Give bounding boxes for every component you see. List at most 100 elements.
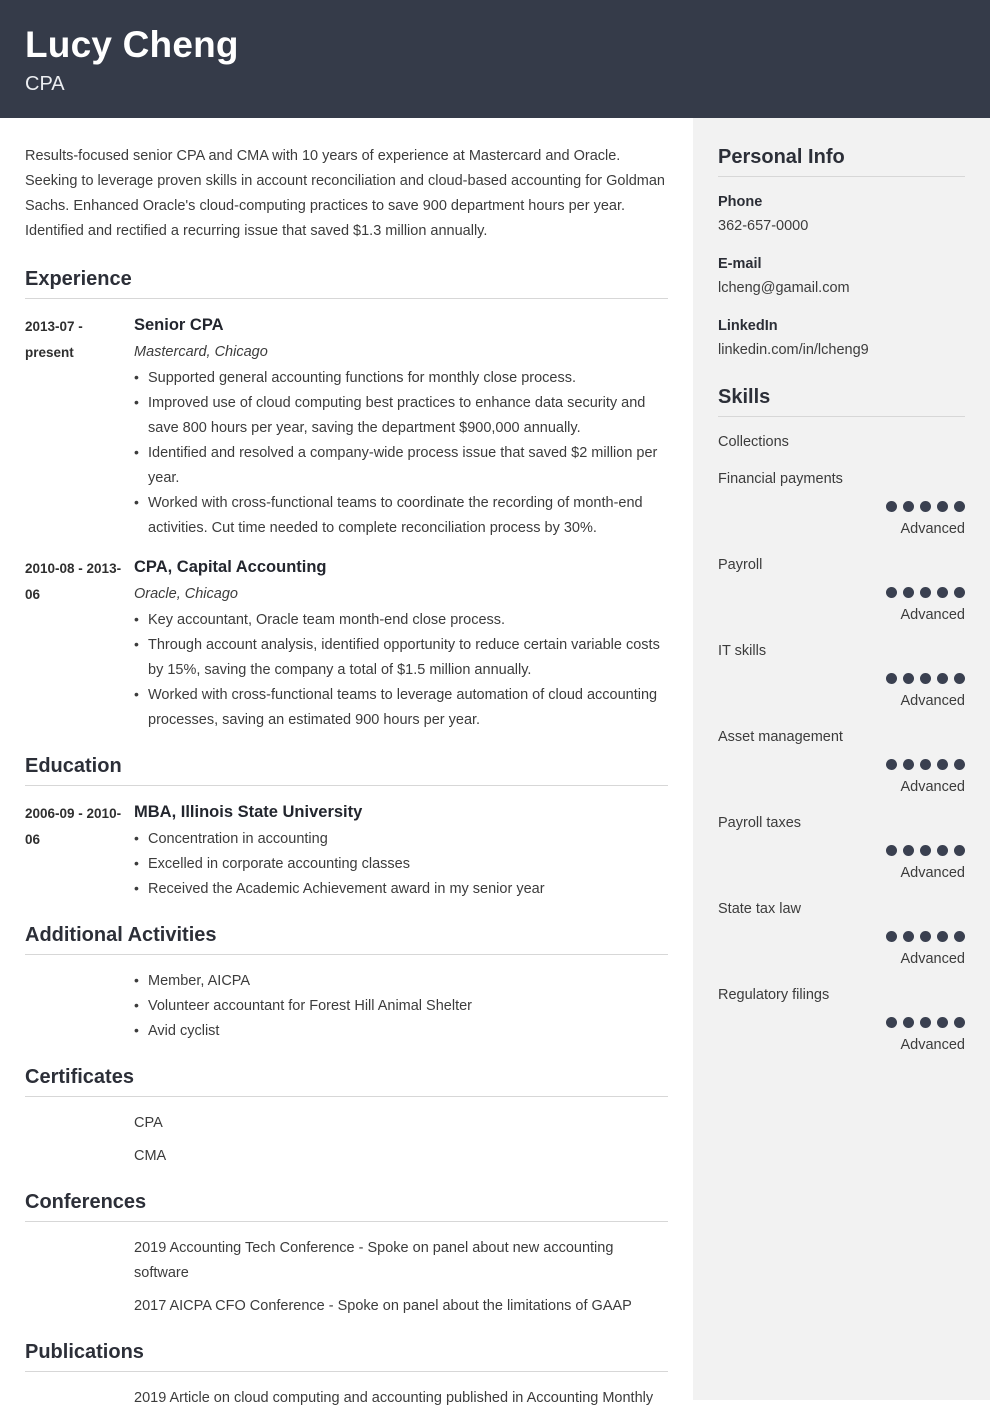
skill-level-label: Advanced [900, 521, 966, 537]
rating-dot-icon [920, 759, 931, 771]
skill-rating-dots [718, 928, 965, 946]
personal-info-label: E-mail [718, 256, 762, 272]
rating-dot-icon [937, 845, 948, 857]
certificate-item: CPA [134, 1115, 163, 1131]
rating-dot-icon [903, 501, 914, 513]
sidebar-title-personal-info: Personal Info [718, 146, 845, 168]
section-publications: Publications 2019 Article on cloud compu… [25, 1339, 668, 1411]
section-divider [25, 785, 668, 786]
rating-dot-icon [954, 931, 965, 943]
rating-dot-icon [886, 673, 897, 685]
section-title-certificates: Certificates [25, 1066, 134, 1088]
skill-item: Payroll Advanced [718, 553, 965, 626]
rating-dot-icon [903, 673, 914, 685]
publication-item: 2019 Article on cloud computing and acco… [134, 1390, 654, 1406]
rating-dot-icon [886, 931, 897, 943]
entry-body: CPA, Capital Accounting Oracle, Chicago Ke… [134, 555, 668, 733]
experience-entry-list: 2013-07 - present Senior CPA Mastercard, C… [25, 313, 668, 733]
skill-name: Payroll taxes [718, 815, 802, 831]
skill-level-label: Advanced [900, 693, 966, 709]
publications-body: 2019 Article on cloud computing and acco… [25, 1386, 668, 1411]
conference-item: 2019 Accounting Tech Conference - Spoke … [134, 1240, 614, 1281]
skill-rating-dots [718, 498, 965, 516]
section-title-additional-activities: Additional Activities [25, 924, 217, 946]
skill-rating-dots [718, 584, 965, 602]
skill-rating-dots [718, 756, 965, 774]
rating-dot-icon [954, 673, 965, 685]
skill-rating-dots [718, 1014, 965, 1032]
entry-bullets: Key accountant, Oracle team month-end cl… [134, 607, 668, 733]
section-education: Education 2006-09 - 2010-06 MBA, Illinois… [25, 753, 668, 902]
entry-body: MBA, Illinois State University Concentrat… [134, 800, 668, 902]
professional-summary: Results-focused senior CPA and CMA with … [25, 148, 665, 239]
rating-dot-icon [903, 759, 914, 771]
rating-dot-icon [920, 501, 931, 513]
sidebar-column: Personal Info Phone 362-657-0000 E-mail lch… [693, 118, 990, 1400]
resume-header: Lucy Cheng CPA [0, 0, 990, 118]
skill-name: IT skills [718, 643, 767, 659]
resume-entry: 2006-09 - 2010-06 MBA, Illinois State Uni… [25, 800, 668, 902]
candidate-role: CPA [25, 73, 65, 95]
skill-name: State tax law [718, 901, 802, 917]
personal-info-value: lcheng@gamail.com [718, 280, 850, 296]
rating-dot-icon [937, 673, 948, 685]
skill-item: Asset management Advanced [718, 725, 965, 798]
bullet-item: Improved use of cloud computing best pra… [134, 390, 668, 441]
bullet-item: Identified and resolved a company-wide p… [134, 440, 668, 491]
bullet-item: Received the Academic Achievement award … [134, 876, 668, 902]
section-title-publications: Publications [25, 1341, 144, 1363]
skills-list: Collections Financial payments Advanced Pay… [718, 430, 965, 1056]
rating-dot-icon [954, 845, 965, 857]
bullet-item: Supported general accounting functions f… [134, 365, 668, 391]
sidebar-title-skills: Skills [718, 386, 771, 408]
skill-item: State tax law Advanced [718, 897, 965, 970]
section-divider [25, 298, 668, 299]
rating-dot-icon [886, 845, 897, 857]
section-title-conferences: Conferences [25, 1191, 147, 1213]
section-divider [25, 954, 668, 955]
rating-dot-icon [920, 587, 931, 599]
skill-rating-dots [718, 842, 965, 860]
resume-page: Lucy Cheng CPA Results-focused senior CP… [0, 0, 990, 1406]
bullet-item: Through account analysis, identified opp… [134, 632, 668, 683]
entry-bullets: Concentration in accountingExcelled in c… [134, 826, 668, 902]
entry-title: MBA, Illinois State University [134, 803, 363, 821]
additional-activities-body: Member, AICPAVolunteer accountant for Fo… [25, 968, 668, 1044]
rating-dot-icon [937, 931, 948, 943]
section-title-education: Education [25, 755, 122, 777]
rating-dot-icon [920, 673, 931, 685]
main-column: Results-focused senior CPA and CMA with … [0, 118, 693, 1406]
entry-subtitle: Oracle, Chicago [134, 586, 238, 602]
sidebar-section-skills: Skills Collections Financial payments Adva… [718, 384, 965, 1056]
bullet-item: Key accountant, Oracle team month-end cl… [134, 607, 668, 633]
resume-entry: 2013-07 - present Senior CPA Mastercard, C… [25, 313, 668, 541]
rating-dot-icon [937, 501, 948, 513]
skill-name: Asset management [718, 729, 843, 745]
entry-subtitle: Mastercard, Chicago [134, 344, 268, 360]
skill-item: Regulatory filings Advanced [718, 983, 965, 1056]
rating-dot-icon [954, 759, 965, 771]
rating-dot-icon [903, 1017, 914, 1029]
rating-dot-icon [954, 1017, 965, 1029]
bullet-item: Excelled in corporate accounting classes [134, 851, 668, 877]
conferences-body: 2019 Accounting Tech Conference - Spoke … [25, 1236, 668, 1319]
skill-item: Payroll taxes Advanced [718, 811, 965, 884]
sidebar-divider [718, 416, 965, 417]
rating-dot-icon [886, 587, 897, 599]
entry-bullets: Supported general accounting functions f… [134, 365, 668, 541]
skill-name: Regulatory filings [718, 987, 830, 1003]
skill-level-label: Advanced [900, 1037, 966, 1053]
publications-list: 2019 Article on cloud computing and acco… [134, 1386, 668, 1411]
personal-info-field-list: Phone 362-657-0000 E-mail lcheng@gamail.com… [718, 190, 965, 362]
skill-name: Payroll [718, 557, 763, 573]
skill-name: Collections [718, 434, 789, 450]
sidebar-divider [718, 176, 965, 177]
section-additional-activities: Additional Activities Member, AICPAVolun… [25, 922, 668, 1044]
personal-info-value: 362-657-0000 [718, 218, 809, 234]
rating-dot-icon [937, 759, 948, 771]
bullet-item: Volunteer accountant for Forest Hill Ani… [134, 993, 668, 1019]
section-conferences: Conferences 2019 Accounting Tech Confere… [25, 1189, 668, 1319]
entry-dates: 2010-08 - 2013-06 [25, 561, 122, 602]
candidate-name: Lucy Cheng [25, 24, 239, 65]
additional-activities-bullets: Member, AICPAVolunteer accountant for Fo… [134, 968, 668, 1044]
